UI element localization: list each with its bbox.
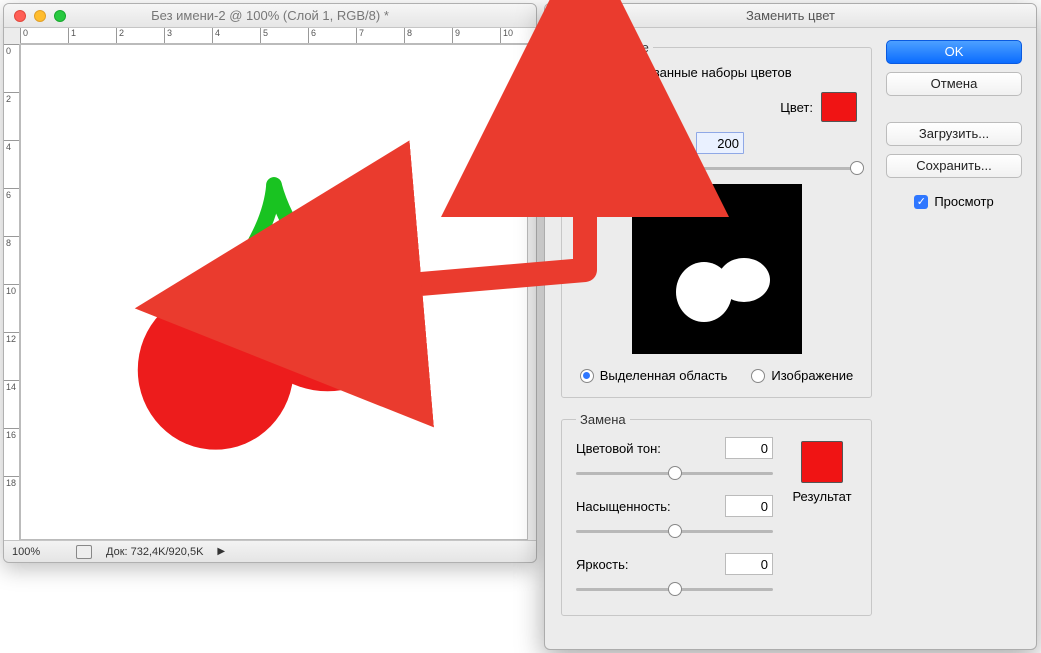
- svg-text:+: +: [624, 98, 629, 108]
- ruler-tick: 3: [164, 28, 212, 43]
- doc-size-label: Док: 732,4K/920,5K: [106, 546, 203, 558]
- result-label: Результат: [787, 489, 857, 504]
- ruler-tick: 6: [4, 188, 19, 236]
- replace-color-dialog: Заменить цвет Выделение Локализованные н…: [544, 3, 1037, 650]
- ruler-tick: 5: [260, 28, 308, 43]
- eyedropper-add-tool[interactable]: +: [608, 95, 632, 119]
- radio-image-label: Изображение: [771, 368, 853, 383]
- selection-preview: [632, 184, 802, 354]
- svg-text:–: –: [656, 98, 661, 108]
- eyedropper-subtract-tool[interactable]: –: [640, 95, 664, 119]
- selection-legend: Выделение: [576, 40, 653, 55]
- radio-selection[interactable]: Выделенная область: [580, 368, 728, 383]
- ruler-tick: 16: [4, 428, 19, 476]
- saturation-input[interactable]: [725, 495, 773, 517]
- ok-button[interactable]: OK: [886, 40, 1022, 64]
- ruler-tick: 6: [308, 28, 356, 43]
- lightness-slider[interactable]: [576, 579, 773, 599]
- selection-group: Выделение Локализованные наборы цветов: [561, 40, 872, 398]
- color-swatch[interactable]: [821, 92, 857, 122]
- ruler-tick: 10: [4, 284, 19, 332]
- ruler-tick: 8: [404, 28, 452, 43]
- ruler-tick: 2: [4, 92, 19, 140]
- checkbox-checked-icon: ✓: [914, 195, 928, 209]
- dialog-title: Заменить цвет: [545, 4, 1036, 28]
- ruler-vertical: 0 2 4 6 8 10 12 14 16 18: [4, 44, 20, 540]
- hue-label: Цветовой тон:: [576, 441, 725, 456]
- ruler-tick: 2: [116, 28, 164, 43]
- saturation-slider[interactable]: [576, 521, 773, 541]
- ruler-tick: 14: [4, 380, 19, 428]
- fuzziness-slider[interactable]: [576, 158, 857, 178]
- ruler-tick: 0: [20, 28, 68, 43]
- fuzziness-label: Разброс:: [576, 136, 686, 151]
- ruler-tick: 10: [500, 28, 536, 43]
- checkbox-icon: [576, 66, 590, 80]
- eyedropper-minus-icon: –: [643, 98, 661, 116]
- replace-group: Замена Цветовой тон:: [561, 412, 872, 616]
- ruler-tick: 4: [212, 28, 260, 43]
- save-button[interactable]: Сохранить...: [886, 154, 1022, 178]
- eyedropper-icon: [579, 98, 597, 116]
- ruler-tick: 12: [4, 332, 19, 380]
- ruler-tick: 9: [452, 28, 500, 43]
- color-label: Цвет:: [780, 100, 813, 115]
- radio-on-icon: [580, 369, 594, 383]
- lightness-label: Яркость:: [576, 557, 725, 572]
- radio-off-icon: [751, 369, 765, 383]
- load-button[interactable]: Загрузить...: [886, 122, 1022, 146]
- doc-info-icon[interactable]: [76, 545, 92, 559]
- ruler-tick: 8: [4, 236, 19, 284]
- preview-label: Просмотр: [934, 194, 993, 209]
- document-title: Без имени-2 @ 100% (Слой 1, RGB/8) *: [4, 8, 536, 23]
- cherry-artwork: [21, 45, 527, 539]
- lightness-input[interactable]: [725, 553, 773, 575]
- ruler-tick: 7: [356, 28, 404, 43]
- hue-slider[interactable]: [576, 463, 773, 483]
- canvas[interactable]: [20, 44, 528, 540]
- document-window: Без имени-2 @ 100% (Слой 1, RGB/8) * 0 1…: [3, 3, 537, 563]
- localized-color-checkbox[interactable]: Локализованные наборы цветов: [576, 65, 857, 80]
- titlebar: Без имени-2 @ 100% (Слой 1, RGB/8) *: [4, 4, 536, 28]
- zoom-level[interactable]: 100%: [12, 546, 62, 558]
- saturation-label: Насыщенность:: [576, 499, 725, 514]
- expand-icon[interactable]: ▶: [217, 546, 225, 557]
- fuzziness-input[interactable]: [696, 132, 744, 154]
- status-bar: 100% Док: 732,4K/920,5K ▶: [4, 540, 536, 562]
- replace-legend: Замена: [576, 412, 630, 427]
- ruler-tick: 4: [4, 140, 19, 188]
- radio-image[interactable]: Изображение: [751, 368, 853, 383]
- localized-label: Локализованные наборы цветов: [596, 65, 792, 80]
- eyedropper-tool[interactable]: [576, 95, 600, 119]
- ruler-tick: 18: [4, 476, 19, 524]
- ruler-tick: 1: [68, 28, 116, 43]
- ruler-tick: 0: [4, 44, 19, 92]
- cancel-button[interactable]: Отмена: [886, 72, 1022, 96]
- ruler-horizontal: 0 1 2 3 4 5 6 7 8 9 10: [20, 28, 536, 44]
- result-swatch[interactable]: [801, 441, 843, 483]
- preview-checkbox[interactable]: ✓ Просмотр: [886, 194, 1022, 209]
- eyedropper-plus-icon: +: [611, 98, 629, 116]
- radio-selection-label: Выделенная область: [600, 368, 728, 383]
- hue-input[interactable]: [725, 437, 773, 459]
